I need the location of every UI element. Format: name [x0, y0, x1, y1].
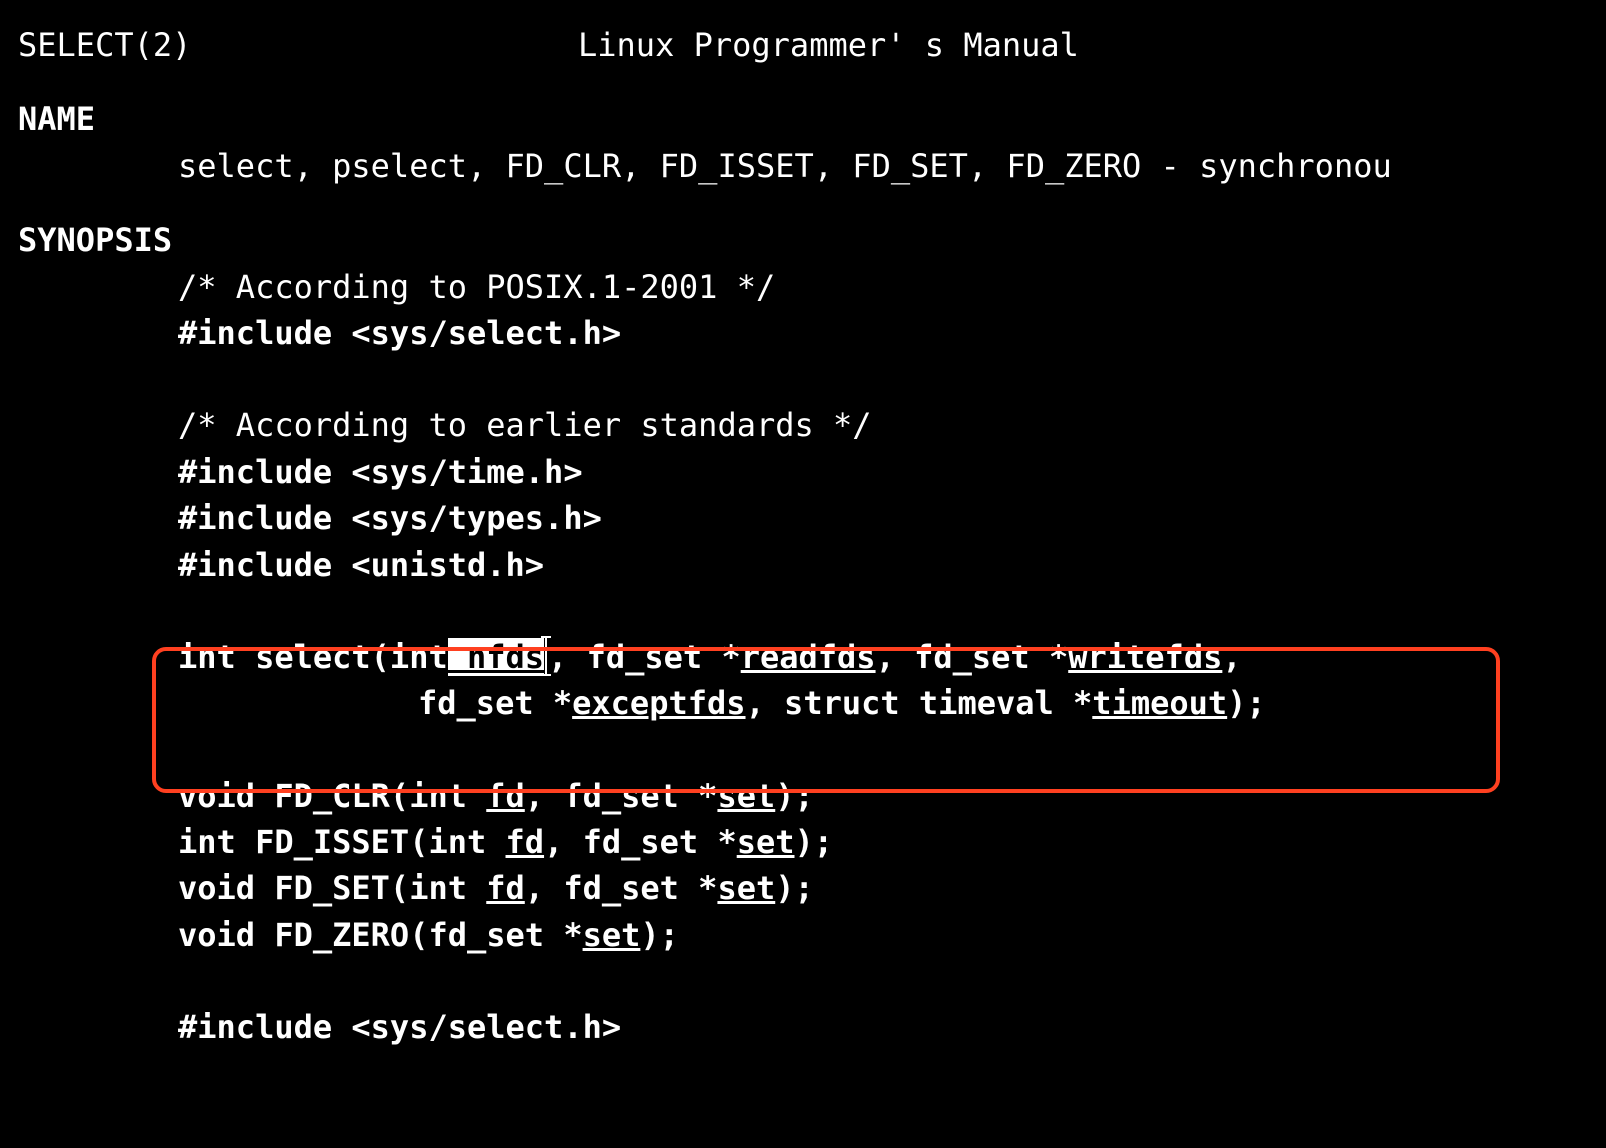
param-readfds: readfds [741, 638, 876, 676]
param-timeout: timeout [1092, 684, 1227, 722]
manpage-header: SELECT(2) Linux Programmer' s Manual [18, 22, 1588, 68]
param-set: set [717, 777, 775, 815]
header-left: SELECT(2) [18, 22, 578, 68]
blank-line [18, 727, 1588, 773]
text-cursor-icon [545, 638, 547, 674]
param-set: set [737, 823, 795, 861]
proto-select-line1[interactable]: int select(int nfds, fd_set *readfds, fd… [18, 634, 1588, 680]
proto-text: , fd_set * [548, 638, 741, 676]
include-sys-select-2: #include <sys/select.h> [18, 1004, 1588, 1050]
proto-text: void FD_ZERO(fd_set * [178, 916, 583, 954]
proto-text: ); [795, 823, 834, 861]
comment-earlier: /* According to earlier standards */ [18, 402, 1588, 448]
proto-text: ); [775, 777, 814, 815]
proto-fd-clr: void FD_CLR(int fd, fd_set *set); [18, 773, 1588, 819]
proto-text: , fd_set * [525, 777, 718, 815]
param-fd: fd [486, 777, 525, 815]
blank-line [18, 588, 1588, 634]
selected-text-nfds[interactable]: nfds [448, 638, 544, 676]
section-name-heading: NAME [18, 96, 1588, 142]
manpage-viewport[interactable]: SELECT(2) Linux Programmer' s Manual NAM… [0, 0, 1606, 1073]
proto-select-line2[interactable]: fd_set *exceptfds, struct timeval *timeo… [18, 680, 1588, 726]
param-exceptfds: exceptfds [572, 684, 745, 722]
blank-line [18, 356, 1588, 402]
proto-text: fd_set * [418, 684, 572, 722]
param-writefds: writefds [1068, 638, 1222, 676]
proto-text: , fd_set * [544, 823, 737, 861]
param-fd: fd [506, 823, 545, 861]
proto-text: , fd_set * [876, 638, 1069, 676]
param-set: set [583, 916, 641, 954]
proto-fd-zero: void FD_ZERO(fd_set *set); [18, 912, 1588, 958]
proto-text: , [1222, 638, 1241, 676]
proto-text: ); [775, 869, 814, 907]
proto-fd-set: void FD_SET(int fd, fd_set *set); [18, 865, 1588, 911]
comment-posix: /* According to POSIX.1-2001 */ [18, 264, 1588, 310]
section-synopsis-heading: SYNOPSIS [18, 217, 1588, 263]
proto-text: void FD_CLR(int [178, 777, 486, 815]
proto-text: , fd_set * [525, 869, 718, 907]
include-sys-types: #include <sys/types.h> [18, 495, 1588, 541]
include-sys-time: #include <sys/time.h> [18, 449, 1588, 495]
proto-text: ); [640, 916, 679, 954]
include-sys-select: #include <sys/select.h> [18, 310, 1588, 356]
proto-text: int select(int [178, 638, 448, 676]
proto-text: , struct timeval * [746, 684, 1093, 722]
name-description: select, pselect, FD_CLR, FD_ISSET, FD_SE… [18, 143, 1588, 189]
param-fd: fd [486, 869, 525, 907]
proto-text: int FD_ISSET(int [178, 823, 506, 861]
param-set: set [717, 869, 775, 907]
blank-line [18, 958, 1588, 1004]
proto-fd-isset: int FD_ISSET(int fd, fd_set *set); [18, 819, 1588, 865]
proto-text: ); [1227, 684, 1266, 722]
proto-text: void FD_SET(int [178, 869, 486, 907]
header-center: Linux Programmer' s Manual [578, 22, 1079, 68]
include-unistd: #include <unistd.h> [18, 542, 1588, 588]
